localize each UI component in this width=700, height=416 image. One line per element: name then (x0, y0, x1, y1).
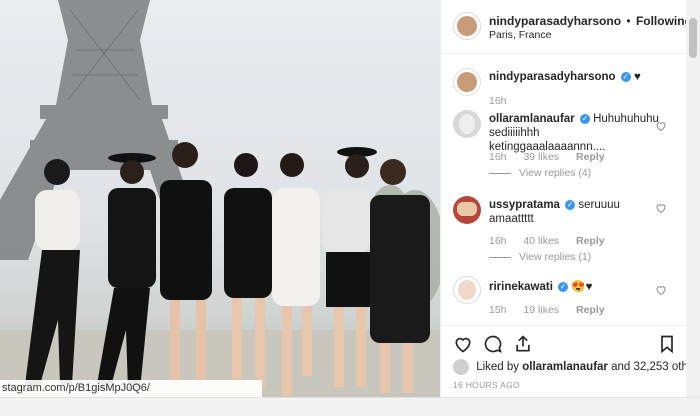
caption: nindyparasadyharsono ✓ ♥ (489, 70, 659, 84)
heart-icon[interactable] (655, 202, 667, 214)
comment-meta: 16h 40 likes Reply (489, 235, 619, 247)
comment-item: ollaramlanaufar ✓ Huhuhuhuhu sediiiiihhh… (489, 112, 659, 154)
comment-avatar[interactable] (453, 110, 481, 138)
reply-button[interactable]: Reply (576, 235, 605, 247)
caption-username[interactable]: nindyparasadyharsono (489, 71, 616, 83)
divider-line (489, 172, 511, 174)
heart-icon[interactable] (655, 120, 667, 132)
likes-summary: Liked by ollaramlanaufar and 32,253 othe… (453, 359, 700, 375)
liker-avatar[interactable] (453, 359, 469, 375)
comment-likes[interactable]: 19 likes (523, 304, 559, 316)
scrollbar-thumb[interactable] (689, 18, 697, 58)
comment-avatar[interactable] (453, 276, 481, 304)
comment-username[interactable]: ussypratama (489, 199, 560, 211)
separator-dot: • (626, 14, 631, 28)
caption-time[interactable]: 16h (489, 95, 507, 107)
post-photo[interactable]: stagram.com/p/B1gisMpJ0Q6/ (0, 0, 440, 397)
photo-illustration (0, 0, 440, 397)
comment-item: ussypratama ✓ seruuuu amaattttt (489, 198, 659, 226)
verified-icon: ✓ (620, 71, 631, 82)
post-actions (441, 325, 686, 356)
verified-icon: ✓ (565, 199, 576, 210)
bookmark-icon[interactable] (657, 334, 677, 354)
view-replies-label: View replies (4) (519, 167, 592, 179)
heart-icon[interactable] (655, 284, 667, 296)
comment-time[interactable]: 16h (489, 235, 507, 247)
comment-icon[interactable] (483, 334, 503, 354)
comment-item: ririnekawati ✓ 😍♥ (489, 280, 659, 294)
comment-time[interactable]: 15h (489, 304, 507, 316)
post-timestamp[interactable]: 16 HOURS AGO (453, 380, 520, 390)
comment-likes[interactable]: 39 likes (523, 151, 559, 163)
view-replies-button[interactable]: View replies (1) (489, 251, 591, 263)
following-button[interactable]: Following (636, 14, 692, 28)
heart-icon[interactable] (453, 334, 473, 354)
liked-by-label: Liked by (476, 361, 520, 374)
status-url: stagram.com/p/B1gisMpJ0Q6/ (0, 380, 262, 397)
verified-icon: ✓ (558, 281, 569, 292)
share-icon[interactable] (513, 334, 533, 354)
post-header: nindyparasadyharsono • Following Paris, … (441, 0, 692, 54)
comment-avatar[interactable] (453, 196, 481, 224)
verified-icon: ✓ (579, 113, 590, 124)
view-replies-label: View replies (1) (519, 251, 592, 263)
post-side-panel: nindyparasadyharsono • Following Paris, … (440, 0, 700, 397)
reply-button[interactable]: Reply (576, 151, 605, 163)
comment-meta: 16h 39 likes Reply (489, 151, 619, 163)
comment-text: 😍♥ (571, 281, 593, 293)
comments-list: nindyparasadyharsono ✓ ♥ 16h ollaramlana… (441, 54, 686, 324)
owner-username[interactable]: nindyparasadyharsono (489, 14, 621, 28)
comment-username[interactable]: ririnekawati (489, 281, 553, 293)
post-location[interactable]: Paris, France (489, 29, 551, 41)
reply-button[interactable]: Reply (576, 304, 605, 316)
bottom-strip (0, 397, 700, 416)
comment-likes[interactable]: 40 likes (523, 235, 559, 247)
comment-time[interactable]: 16h (489, 151, 507, 163)
view-replies-button[interactable]: View replies (4) (489, 167, 591, 179)
caption-avatar[interactable] (453, 68, 481, 96)
comment-meta: 15h 19 likes Reply (489, 304, 619, 316)
divider-line (489, 256, 511, 258)
caption-meta: 16h (489, 95, 521, 107)
page-scrollbar[interactable] (686, 0, 700, 397)
owner-avatar[interactable] (453, 12, 481, 40)
liker-username[interactable]: ollaramlanaufar (522, 361, 608, 373)
comment-username[interactable]: ollaramlanaufar (489, 113, 575, 125)
caption-text: ♥ (633, 71, 641, 83)
